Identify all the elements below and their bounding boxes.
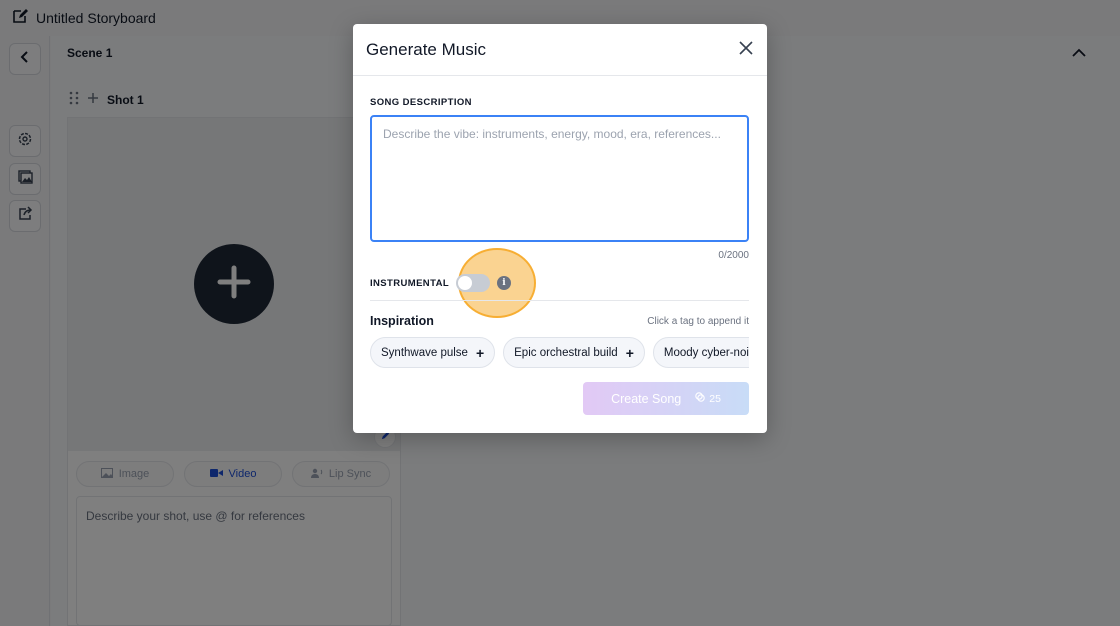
tag-label: Synthwave pulse xyxy=(381,346,468,359)
inspiration-title: Inspiration xyxy=(370,314,434,328)
plus-icon: + xyxy=(625,344,634,361)
instrumental-toggle[interactable] xyxy=(456,274,490,292)
tag-label: Epic orchestral build xyxy=(514,346,618,359)
credits-icon xyxy=(695,392,706,405)
inspiration-tags: Synthwave pulse + Epic orchestral build … xyxy=(370,337,749,369)
create-song-label: Create Song xyxy=(611,391,682,406)
toggle-knob xyxy=(458,276,472,290)
close-icon xyxy=(738,40,754,61)
tag-synthwave-pulse[interactable]: Synthwave pulse + xyxy=(370,337,496,368)
divider xyxy=(370,300,749,301)
dialog-title: Generate Music xyxy=(366,40,486,59)
close-button[interactable] xyxy=(735,39,757,61)
info-icon[interactable]: i xyxy=(497,276,511,290)
create-song-button[interactable]: Create Song 25 xyxy=(583,382,749,415)
tag-epic-orchestral-build[interactable]: Epic orchestral build + xyxy=(503,337,645,368)
inspiration-hint: Click a tag to append it xyxy=(647,316,749,327)
generate-music-dialog: Generate Music SONG DESCRIPTION 0/2000 I… xyxy=(353,24,767,433)
song-description-label: SONG DESCRIPTION xyxy=(370,97,472,108)
instrumental-label: INSTRUMENTAL xyxy=(370,278,450,289)
tag-label: Moody cyber-noir xyxy=(663,346,749,359)
song-description-input[interactable] xyxy=(370,115,749,242)
tag-moody-cyber-noir[interactable]: Moody cyber-noir + xyxy=(652,337,749,368)
dialog-header: Generate Music xyxy=(353,24,767,76)
credit-cost-value: 25 xyxy=(709,392,721,405)
character-count: 0/2000 xyxy=(718,250,749,261)
credit-cost: 25 xyxy=(695,392,721,405)
plus-icon: + xyxy=(475,344,485,361)
instrumental-row: INSTRUMENTAL i xyxy=(370,248,749,318)
